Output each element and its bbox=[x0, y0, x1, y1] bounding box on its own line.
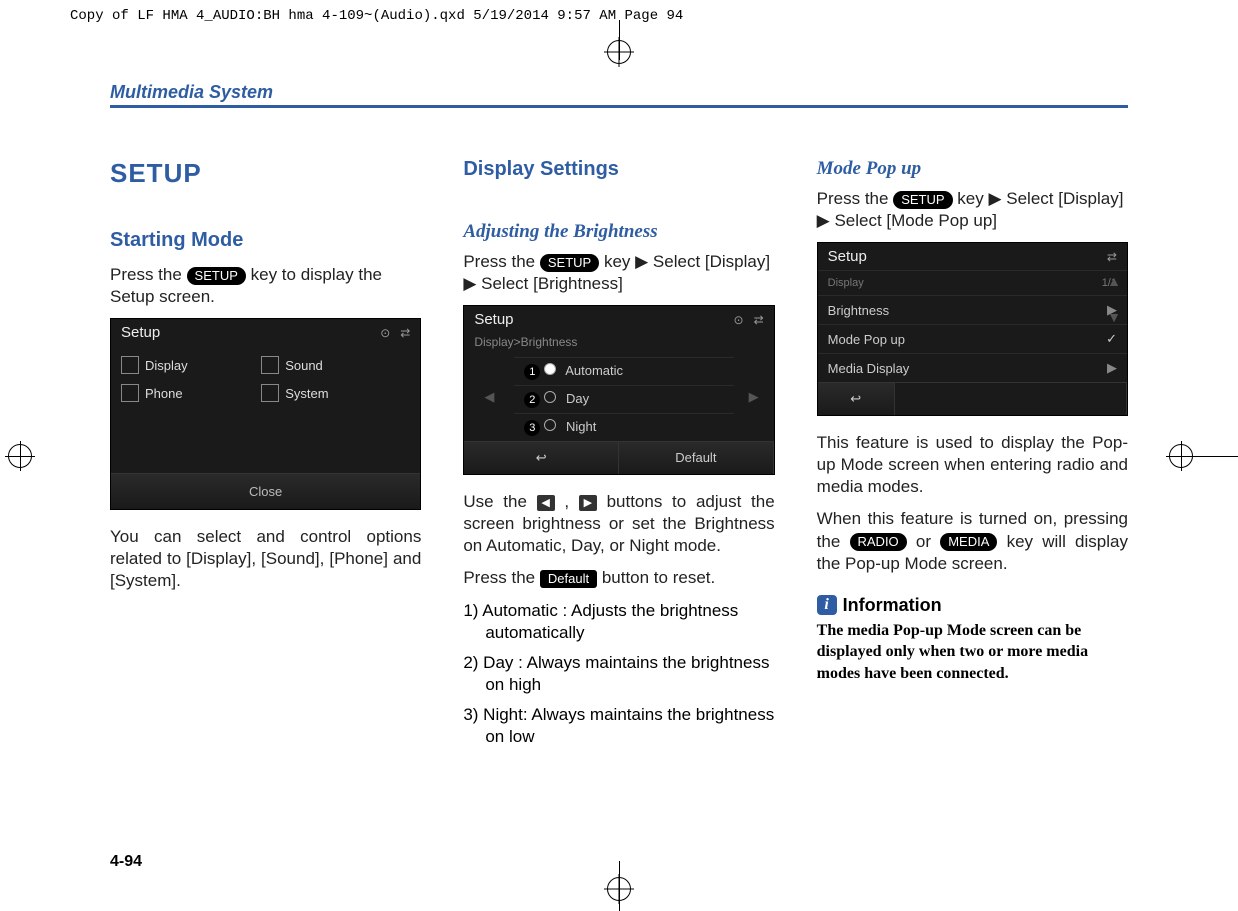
system-icon bbox=[261, 384, 279, 402]
list-item: 1) Automatic : Adjusts the brightness au… bbox=[463, 600, 774, 644]
section-header: Multimedia System bbox=[110, 82, 1128, 108]
heading-adjust-brightness: Adjusting the Brightness bbox=[463, 221, 774, 243]
setup-key-pill: SETUP bbox=[187, 267, 246, 285]
callout-3: 3 bbox=[524, 420, 540, 436]
info-title: Information bbox=[843, 595, 942, 616]
radio-key-pill: RADIO bbox=[850, 533, 907, 551]
menu-item: System bbox=[261, 384, 391, 402]
status-icons: ⇄ bbox=[1107, 250, 1117, 264]
page-number: 4-94 bbox=[110, 853, 142, 871]
back-button-label: ↩ bbox=[818, 383, 895, 415]
body-text: You can select and control options relat… bbox=[110, 526, 421, 592]
body-text: Press the SETUP key ▶ Select [Display] ▶… bbox=[817, 188, 1128, 232]
heading-mode-popup: Mode Pop up bbox=[817, 158, 1128, 180]
info-body: The media Pop-up Mode screen can be disp… bbox=[817, 620, 1128, 685]
sound-icon bbox=[261, 356, 279, 374]
heading-display-settings: Display Settings bbox=[463, 158, 774, 181]
text: button to reset. bbox=[602, 568, 715, 587]
option-row: 1 Automatic bbox=[514, 357, 733, 385]
screenshot-title: Setup bbox=[474, 311, 513, 328]
body-text: When this feature is turned on, pressing… bbox=[817, 508, 1128, 574]
list-row: Brightness ▶ bbox=[818, 295, 1127, 324]
default-button-label: Default bbox=[619, 442, 774, 474]
crop-mark bbox=[1168, 456, 1238, 457]
information-heading: i Information bbox=[817, 595, 1128, 616]
numbered-list: 1) Automatic : Adjusts the brightness au… bbox=[463, 600, 774, 749]
callout-1: 1 bbox=[524, 364, 540, 380]
registration-mark bbox=[607, 40, 631, 64]
right-arrow-icon: ▶ bbox=[734, 353, 774, 441]
back-button-label: ↩ bbox=[464, 442, 619, 474]
breadcrumb: Display>Brightness bbox=[464, 333, 773, 353]
text: Press the bbox=[463, 252, 540, 271]
radio-icon bbox=[544, 391, 556, 403]
list-row: Mode Pop up ✓ bbox=[818, 324, 1127, 353]
screenshot-title: Setup bbox=[828, 248, 867, 265]
body-text: Use the ◀ , ▶ buttons to adjust the scre… bbox=[463, 491, 774, 557]
text: Press the bbox=[110, 265, 187, 284]
up-arrow-icon: ▲ bbox=[1107, 273, 1121, 289]
screenshot-setup-main: Setup ⊙ ⇄ Display Sound Phone System Clo… bbox=[110, 318, 421, 510]
screenshot-title: Setup bbox=[121, 324, 160, 341]
menu-item: Phone bbox=[121, 384, 251, 402]
phone-icon bbox=[121, 384, 139, 402]
info-icon: i bbox=[817, 595, 837, 615]
menu-item: Display bbox=[121, 356, 251, 374]
media-key-pill: MEDIA bbox=[940, 533, 997, 551]
check-icon: ✓ bbox=[1106, 331, 1117, 347]
body-text: Press the Default button to reset. bbox=[463, 567, 774, 589]
option-row: 2 Day bbox=[514, 385, 733, 413]
list-row: Media Display ▶ bbox=[818, 353, 1127, 382]
callout-2: 2 bbox=[524, 392, 540, 408]
default-pill: Default bbox=[540, 570, 597, 588]
registration-mark bbox=[607, 877, 631, 901]
heading-starting-mode: Starting Mode bbox=[110, 229, 421, 252]
radio-icon bbox=[544, 363, 556, 375]
close-button-label: Close bbox=[111, 473, 420, 509]
menu-item: Sound bbox=[261, 356, 391, 374]
left-arrow-icon: ◀ bbox=[464, 353, 514, 441]
down-arrow-icon: ▼ bbox=[1107, 309, 1121, 325]
status-icons: ⊙ ⇄ bbox=[380, 326, 410, 340]
screenshot-brightness: Setup ⊙ ⇄ Display>Brightness ◀ 1 Automat… bbox=[463, 305, 774, 475]
list-item: 2) Day : Always maintains the brightness… bbox=[463, 652, 774, 696]
screenshot-mode-popup: Setup ⇄ Display 1/1 Brightness ▶ Mode Po… bbox=[817, 242, 1128, 416]
setup-key-pill: SETUP bbox=[893, 191, 952, 209]
text: , bbox=[564, 492, 578, 511]
text: Use the bbox=[463, 492, 536, 511]
sub-header-left: Display bbox=[828, 277, 864, 289]
text: Press the bbox=[817, 189, 894, 208]
scroll-buttons: ▲ ▼ bbox=[1107, 273, 1121, 325]
body-text: This feature is used to display the Pop-… bbox=[817, 432, 1128, 498]
text: or bbox=[916, 532, 940, 551]
body-text: Press the SETUP key to display the Setup… bbox=[110, 264, 421, 308]
page-title: SETUP bbox=[110, 158, 421, 189]
setup-key-pill: SETUP bbox=[540, 254, 599, 272]
column-1: SETUP Starting Mode Press the SETUP key … bbox=[110, 158, 421, 758]
radio-icon bbox=[544, 419, 556, 431]
column-2: Display Settings Adjusting the Brightnes… bbox=[463, 158, 774, 758]
registration-mark bbox=[8, 444, 32, 468]
list-item: 3) Night: Always maintains the brightnes… bbox=[463, 704, 774, 748]
body-text: Press the SETUP key ▶ Select [Display] ▶… bbox=[463, 251, 774, 295]
display-icon bbox=[121, 356, 139, 374]
chevron-right-icon: ▶ bbox=[1107, 360, 1117, 376]
column-3: Mode Pop up Press the SETUP key ▶ Select… bbox=[817, 158, 1128, 758]
text: Press the bbox=[463, 568, 540, 587]
right-arrow-button-icon: ▶ bbox=[579, 495, 597, 511]
left-arrow-button-icon: ◀ bbox=[537, 495, 555, 511]
option-row: 3 Night bbox=[514, 413, 733, 441]
status-icons: ⊙ ⇄ bbox=[734, 313, 764, 327]
